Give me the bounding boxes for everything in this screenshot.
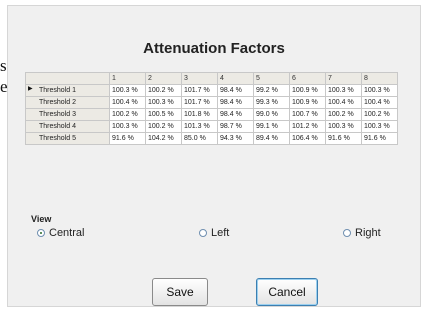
table-cell[interactable]: 98.4 %: [217, 84, 254, 97]
table-cell[interactable]: 100.3 %: [109, 84, 146, 97]
current-row-pointer-icon: ▶: [28, 86, 33, 92]
table-cell[interactable]: 100.4 %: [109, 96, 146, 109]
row-header[interactable]: Threshold 4: [25, 120, 110, 133]
table-cell[interactable]: 89.4 %: [253, 132, 290, 145]
radio-label: Left: [211, 227, 230, 239]
table-cell[interactable]: 99.0 %: [253, 108, 290, 121]
radio-selected-icon: [37, 229, 45, 237]
attenuation-table: 1 2 3 4 5 6 7 8 ▶ Threshold 1 100.3 % 100…: [25, 72, 398, 145]
table-cell[interactable]: 91.6 %: [361, 132, 398, 145]
table-row[interactable]: Threshold 2 100.4 % 100.3 % 101.7 % 98.4…: [25, 96, 398, 109]
table-cell[interactable]: 98.7 %: [217, 120, 254, 133]
row-header[interactable]: Threshold 2: [25, 96, 110, 109]
table-cell[interactable]: 98.4 %: [217, 108, 254, 121]
table-cell[interactable]: 99.2 %: [253, 84, 290, 97]
row-label: Threshold 1: [39, 87, 76, 94]
row-label: Threshold 3: [39, 111, 76, 118]
table-cell[interactable]: 100.3 %: [361, 120, 398, 133]
view-group: View Central Left Right: [27, 214, 407, 254]
table-cell[interactable]: 85.0 %: [181, 132, 218, 145]
table-cell[interactable]: 100.4 %: [361, 96, 398, 109]
table-cell[interactable]: 100.3 %: [325, 84, 362, 97]
view-group-legend: View: [31, 214, 52, 224]
table-cell[interactable]: 100.7 %: [289, 108, 326, 121]
column-header[interactable]: 1: [109, 72, 146, 85]
column-header[interactable]: 5: [253, 72, 290, 85]
radio-central[interactable]: Central: [37, 227, 84, 239]
table-cell[interactable]: 100.3 %: [145, 96, 182, 109]
row-header[interactable]: Threshold 3: [25, 108, 110, 121]
table-cell[interactable]: 91.6 %: [109, 132, 146, 145]
table-cell[interactable]: 100.3 %: [361, 84, 398, 97]
column-header[interactable]: 4: [217, 72, 254, 85]
table-cell[interactable]: 101.8 %: [181, 108, 218, 121]
table-cell[interactable]: 99.1 %: [253, 120, 290, 133]
table-cell[interactable]: 100.2 %: [145, 120, 182, 133]
table-cell[interactable]: 100.2 %: [361, 108, 398, 121]
save-button[interactable]: Save: [152, 278, 208, 306]
table-cell[interactable]: 98.4 %: [217, 96, 254, 109]
table-cell[interactable]: 104.2 %: [145, 132, 182, 145]
row-header[interactable]: Threshold 5: [25, 132, 110, 145]
table-cell[interactable]: 101.2 %: [289, 120, 326, 133]
table-cell[interactable]: 100.5 %: [145, 108, 182, 121]
radio-unselected-icon: [343, 229, 351, 237]
table-row[interactable]: Threshold 4 100.3 % 100.2 % 101.3 % 98.7…: [25, 120, 398, 133]
row-label: Threshold 4: [39, 123, 76, 130]
table-row[interactable]: Threshold 3 100.2 % 100.5 % 101.8 % 98.4…: [25, 108, 398, 121]
table-cell[interactable]: 100.2 %: [325, 108, 362, 121]
table-cell[interactable]: 91.6 %: [325, 132, 362, 145]
attenuation-dialog: Attenuation Factors 1 2 3 4 5 6 7 8 ▶ Thr…: [7, 5, 421, 307]
table-cell[interactable]: 101.3 %: [181, 120, 218, 133]
radio-left[interactable]: Left: [199, 227, 229, 239]
radio-unselected-icon: [199, 229, 207, 237]
table-cell[interactable]: 100.2 %: [109, 108, 146, 121]
table-cell[interactable]: 100.9 %: [289, 84, 326, 97]
table-cell[interactable]: 100.4 %: [325, 96, 362, 109]
table-cell[interactable]: 100.3 %: [109, 120, 146, 133]
row-label: Threshold 2: [39, 99, 76, 106]
radio-label: Right: [355, 227, 381, 239]
row-label: Threshold 5: [39, 135, 76, 142]
table-cell[interactable]: 101.7 %: [181, 96, 218, 109]
table-row[interactable]: ▶ Threshold 1 100.3 % 100.2 % 101.7 % 98.…: [25, 84, 398, 97]
column-header[interactable]: 3: [181, 72, 218, 85]
corner-header: [25, 72, 110, 85]
table-cell[interactable]: 99.3 %: [253, 96, 290, 109]
cancel-button[interactable]: Cancel: [256, 278, 318, 306]
dialog-title: Attenuation Factors: [143, 40, 285, 57]
table-cell[interactable]: 94.3 %: [217, 132, 254, 145]
table-cell[interactable]: 100.9 %: [289, 96, 326, 109]
row-header[interactable]: ▶ Threshold 1: [25, 84, 110, 97]
table-cell[interactable]: 106.4 %: [289, 132, 326, 145]
table-header-row: 1 2 3 4 5 6 7 8: [25, 72, 398, 85]
table-cell[interactable]: 100.3 %: [325, 120, 362, 133]
table-cell[interactable]: 101.7 %: [181, 84, 218, 97]
column-header[interactable]: 8: [361, 72, 398, 85]
column-header[interactable]: 6: [289, 72, 326, 85]
table-cell[interactable]: 100.2 %: [145, 84, 182, 97]
radio-label: Central: [49, 227, 85, 239]
column-header[interactable]: 7: [325, 72, 362, 85]
radio-right[interactable]: Right: [343, 227, 381, 239]
column-header[interactable]: 2: [145, 72, 182, 85]
table-row[interactable]: Threshold 5 91.6 % 104.2 % 85.0 % 94.3 %…: [25, 132, 398, 145]
